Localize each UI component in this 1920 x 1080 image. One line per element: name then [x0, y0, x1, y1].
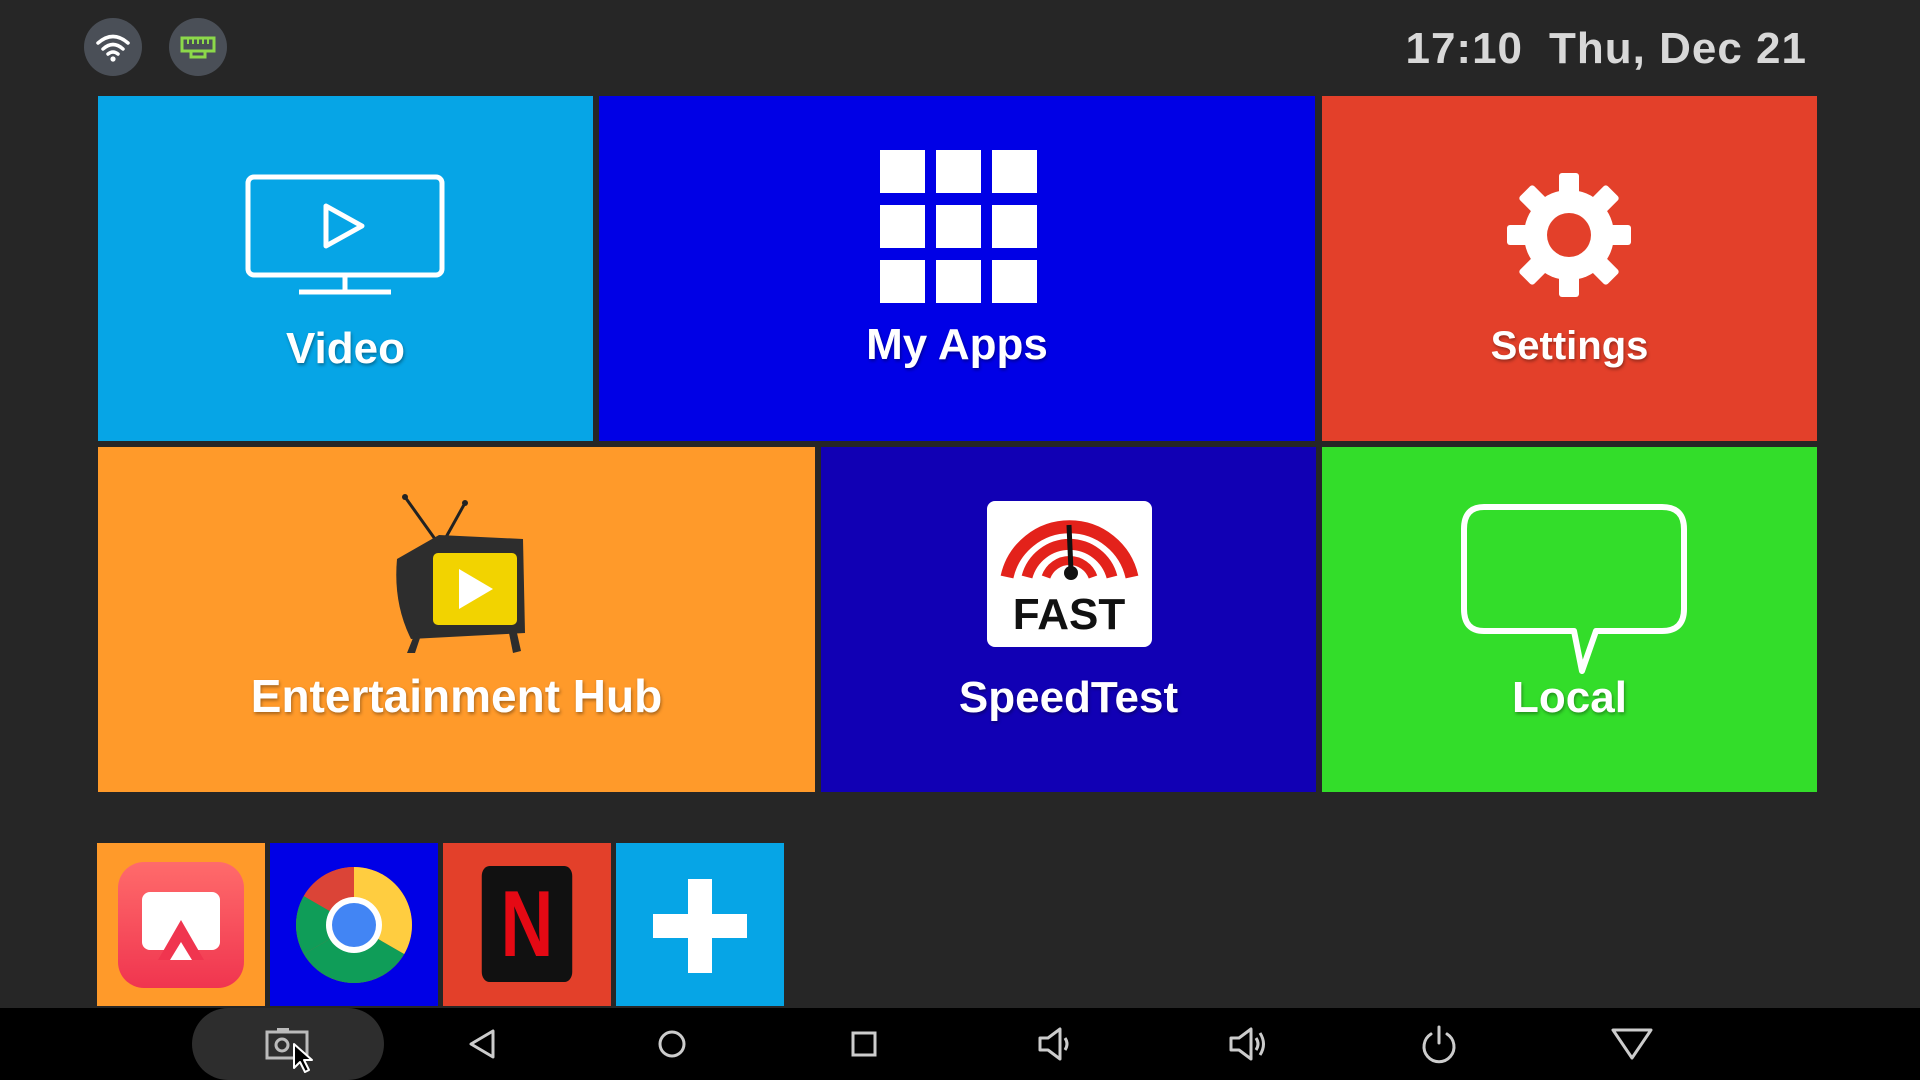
- airscreen-app-shortcut[interactable]: [97, 843, 265, 1006]
- hide-bar-button[interactable]: [1602, 1008, 1662, 1080]
- retro-tv-icon: [383, 493, 533, 662]
- recents-icon: [851, 1031, 877, 1057]
- settings-label: Settings: [1490, 324, 1649, 368]
- date-text: Thu, Dec 21: [1549, 24, 1807, 73]
- back-icon: [469, 1029, 495, 1059]
- video-tile[interactable]: Video: [98, 96, 593, 441]
- volume-up-icon: [1229, 1027, 1265, 1061]
- plus-icon: [653, 879, 747, 978]
- airscreen-icon: [118, 862, 244, 993]
- speedtest-label: SpeedTest: [958, 673, 1179, 722]
- gear-icon: [1507, 173, 1631, 302]
- speech-bubble-icon: [1458, 503, 1690, 684]
- screenshot-button[interactable]: [192, 1008, 384, 1080]
- home-button[interactable]: [642, 1008, 702, 1080]
- netflix-icon: N: [481, 866, 573, 982]
- wifi-icon[interactable]: [84, 18, 142, 76]
- speedtest-tile[interactable]: FAST SpeedTest: [821, 447, 1316, 792]
- volume-down-button[interactable]: [1024, 1008, 1084, 1080]
- mouse-cursor-icon: [292, 1042, 316, 1079]
- power-button[interactable]: [1409, 1008, 1469, 1080]
- ethernet-icon[interactable]: [169, 18, 227, 76]
- recents-button[interactable]: [834, 1008, 894, 1080]
- entertainment-hub-tile[interactable]: Entertainment Hub: [98, 447, 815, 792]
- time-text: 17:10: [1405, 24, 1524, 73]
- volume-up-button[interactable]: [1217, 1008, 1277, 1080]
- settings-tile[interactable]: Settings: [1322, 96, 1817, 441]
- home-icon: [658, 1030, 686, 1058]
- volume-down-icon: [1038, 1027, 1069, 1061]
- clock: 17:10 Thu, Dec 21: [1405, 24, 1807, 74]
- triangle-down-icon: [1611, 1028, 1653, 1060]
- fast-icon-text: FAST: [1013, 590, 1126, 639]
- back-button[interactable]: [452, 1008, 512, 1080]
- video-label: Video: [285, 324, 405, 373]
- chrome-icon: [295, 866, 413, 989]
- local-tile[interactable]: Local: [1322, 447, 1817, 792]
- navigation-bar: [0, 1008, 1920, 1080]
- entertainment-hub-label: Entertainment Hub: [250, 670, 663, 722]
- monitor-play-icon: [245, 174, 445, 301]
- app-grid-icon: [880, 150, 1038, 309]
- netflix-app-shortcut[interactable]: N: [443, 843, 611, 1006]
- my-apps-label: My Apps: [866, 320, 1048, 369]
- power-icon: [1422, 1025, 1456, 1064]
- fast-speedometer-icon: FAST: [987, 501, 1152, 647]
- add-app-shortcut[interactable]: [616, 843, 784, 1006]
- chrome-app-shortcut[interactable]: [270, 843, 438, 1006]
- local-label: Local: [1512, 673, 1627, 722]
- my-apps-tile[interactable]: My Apps: [599, 96, 1315, 441]
